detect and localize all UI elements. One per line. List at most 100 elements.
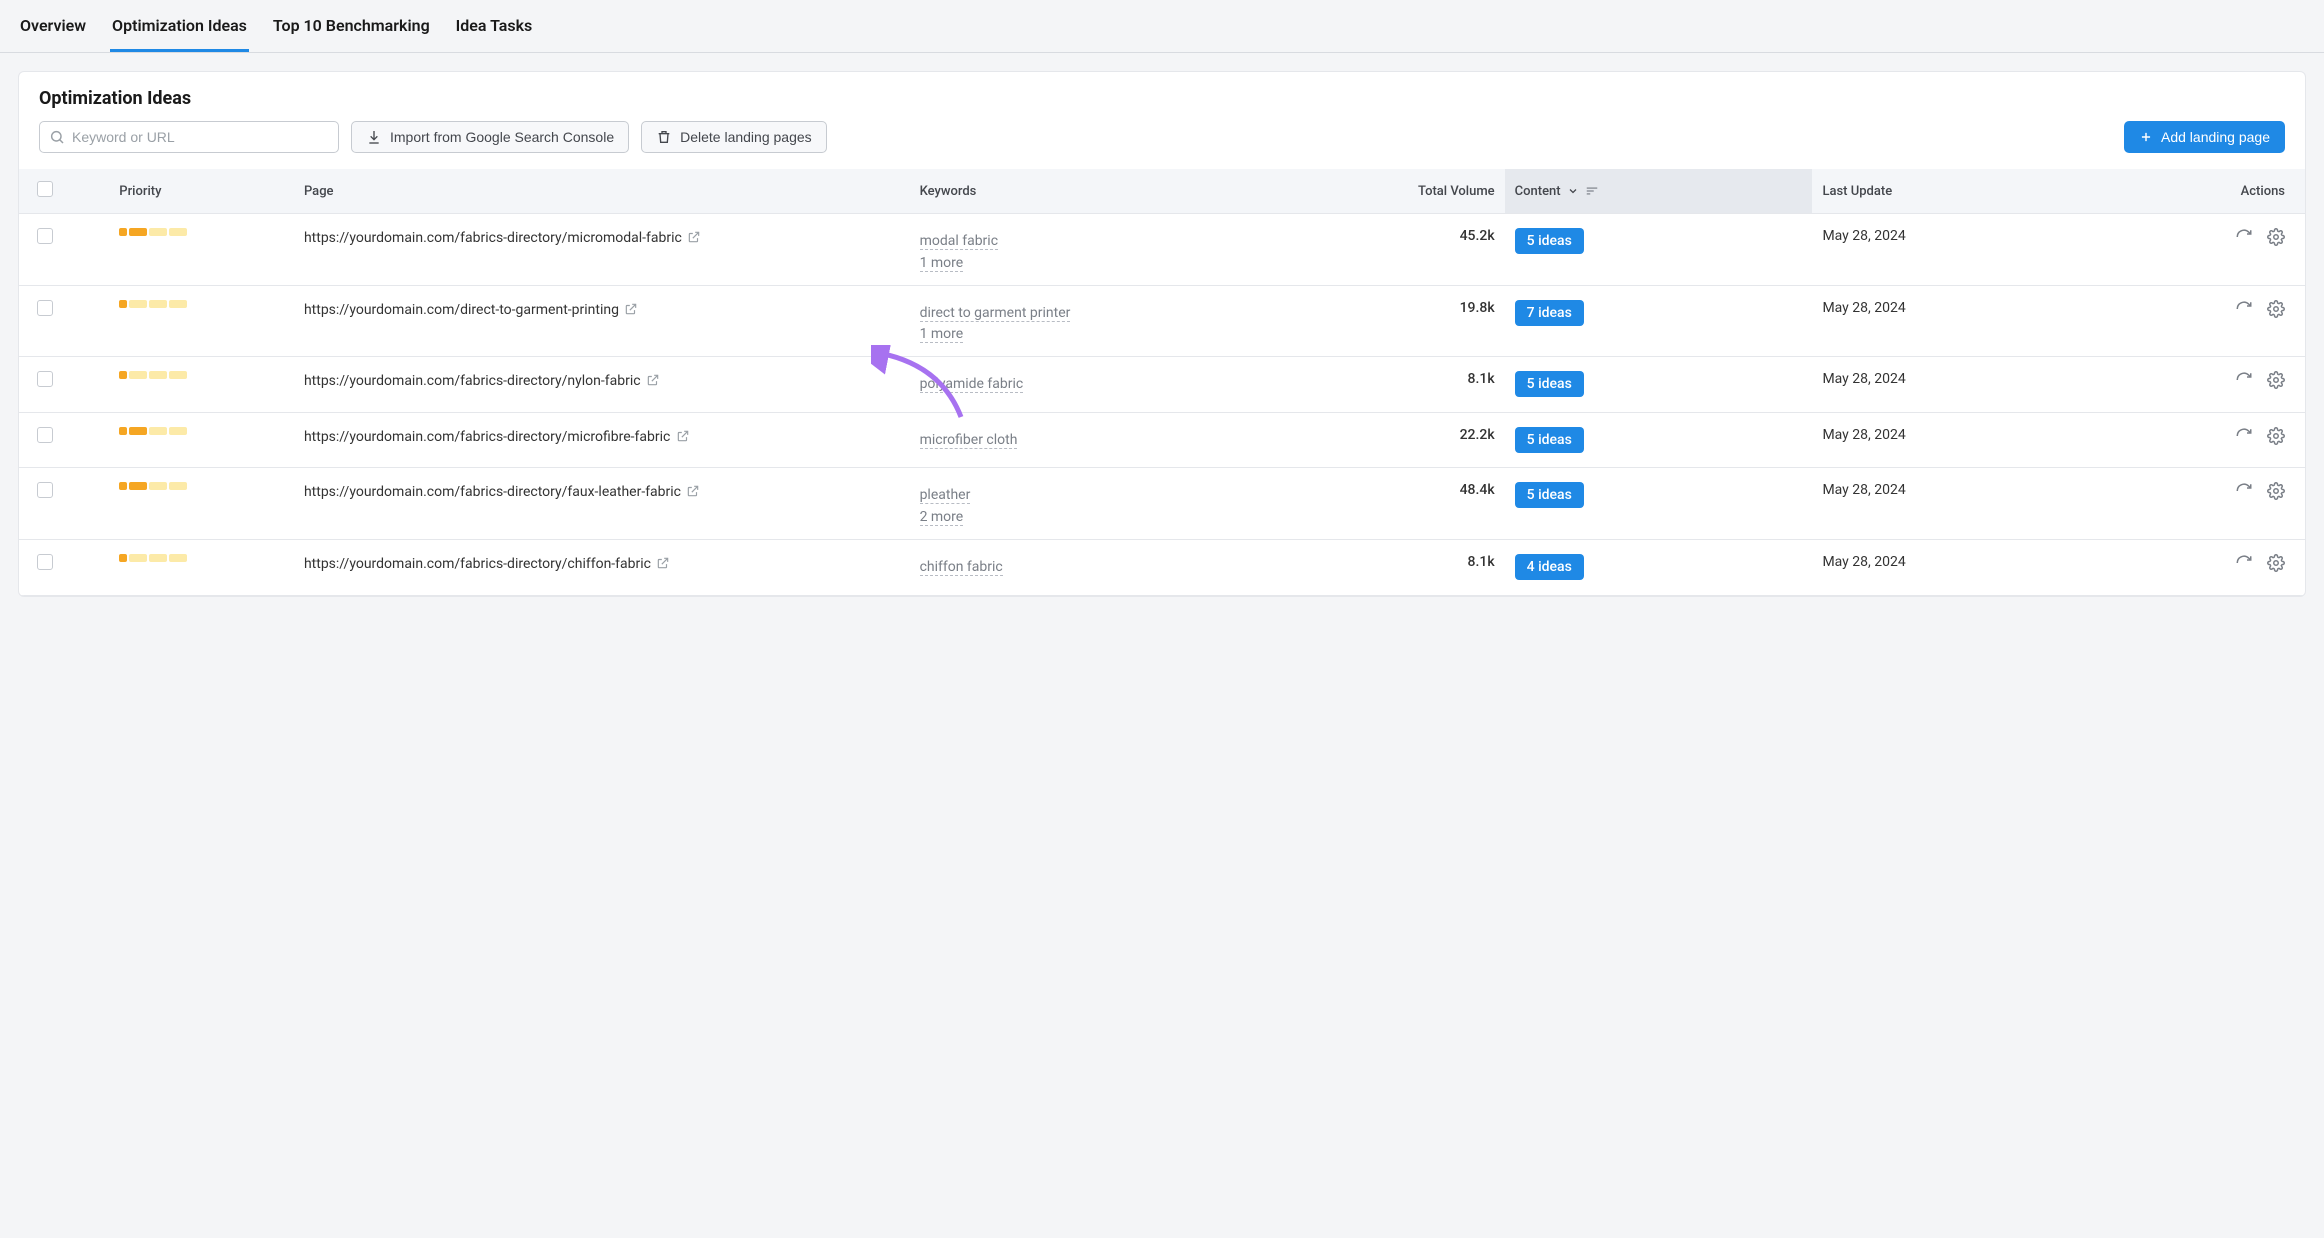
row-checkbox[interactable] (37, 482, 53, 498)
priority-bar (119, 371, 284, 379)
gear-icon[interactable] (2267, 482, 2285, 504)
select-all-checkbox[interactable] (37, 181, 53, 197)
refresh-icon[interactable] (2235, 371, 2253, 393)
total-volume: 8.1k (1468, 371, 1495, 387)
delete-button[interactable]: Delete landing pages (641, 121, 827, 153)
total-volume: 22.2k (1460, 427, 1495, 443)
add-landing-page-button[interactable]: Add landing page (2124, 121, 2285, 153)
page-url[interactable]: https://yourdomain.com/fabrics-directory… (304, 427, 900, 448)
last-update: May 28, 2024 (1822, 554, 1905, 570)
row-checkbox[interactable] (37, 554, 53, 570)
last-update: May 28, 2024 (1822, 228, 1905, 244)
page-url[interactable]: https://yourdomain.com/fabrics-directory… (304, 228, 900, 249)
table-row: https://yourdomain.com/fabrics-directory… (19, 539, 2305, 595)
refresh-icon[interactable] (2235, 300, 2253, 322)
col-actions: Actions (2120, 169, 2305, 214)
table-row: https://yourdomain.com/fabrics-directory… (19, 468, 2305, 540)
search-input[interactable] (39, 121, 339, 153)
col-page[interactable]: Page (294, 169, 910, 214)
plus-icon (2139, 130, 2153, 144)
ideas-badge[interactable]: 5 ideas (1515, 482, 1584, 508)
tab-optimization-ideas[interactable]: Optimization Ideas (110, 10, 249, 52)
external-link-icon[interactable] (656, 556, 670, 572)
import-label: Import from Google Search Console (390, 129, 614, 145)
priority-bar (119, 427, 284, 435)
table-row: https://yourdomain.com/fabrics-directory… (19, 357, 2305, 413)
gear-icon[interactable] (2267, 554, 2285, 576)
table-row: https://yourdomain.com/direct-to-garment… (19, 285, 2305, 357)
gear-icon[interactable] (2267, 228, 2285, 250)
page-url[interactable]: https://yourdomain.com/direct-to-garment… (304, 300, 900, 321)
col-update[interactable]: Last Update (1812, 169, 2120, 214)
keyword-link[interactable]: modal fabric (920, 233, 998, 250)
total-volume: 45.2k (1460, 228, 1495, 244)
ideas-badge[interactable]: 5 ideas (1515, 427, 1584, 453)
tab-idea-tasks[interactable]: Idea Tasks (454, 10, 535, 52)
keyword-link[interactable]: polyamide fabric (920, 376, 1024, 393)
priority-bar (119, 228, 284, 236)
tab-overview[interactable]: Overview (18, 10, 88, 52)
external-link-icon[interactable] (646, 373, 660, 389)
optimization-panel: Optimization Ideas Import from Google Se… (18, 71, 2306, 597)
priority-bar (119, 554, 284, 562)
tab-top-10-benchmarking[interactable]: Top 10 Benchmarking (271, 10, 432, 52)
import-icon (366, 129, 382, 145)
gear-icon[interactable] (2267, 371, 2285, 393)
last-update: May 28, 2024 (1822, 371, 1905, 387)
top-tabs: Overview Optimization Ideas Top 10 Benchma… (0, 0, 2324, 53)
row-checkbox[interactable] (37, 371, 53, 387)
sort-icon (1585, 184, 1599, 198)
table-row: https://yourdomain.com/fabrics-directory… (19, 412, 2305, 468)
last-update: May 28, 2024 (1822, 427, 1905, 443)
keyword-more[interactable]: 1 more (920, 255, 964, 272)
refresh-icon[interactable] (2235, 554, 2253, 576)
total-volume: 48.4k (1460, 482, 1495, 498)
ideas-table: Priority Page Keywords Total Volume Cont… (19, 169, 2305, 596)
row-checkbox[interactable] (37, 300, 53, 316)
ideas-badge[interactable]: 7 ideas (1515, 300, 1584, 326)
last-update: May 28, 2024 (1822, 482, 1905, 498)
external-link-icon[interactable] (624, 302, 638, 318)
import-button[interactable]: Import from Google Search Console (351, 121, 629, 153)
col-content[interactable]: Content (1505, 169, 1813, 214)
col-keywords[interactable]: Keywords (910, 169, 1259, 214)
ideas-badge[interactable]: 5 ideas (1515, 228, 1584, 254)
page-url[interactable]: https://yourdomain.com/fabrics-directory… (304, 371, 900, 392)
keyword-more[interactable]: 1 more (920, 326, 964, 343)
total-volume: 19.8k (1460, 300, 1495, 316)
search-icon (49, 129, 65, 145)
col-priority[interactable]: Priority (109, 169, 294, 214)
keyword-more[interactable]: 2 more (920, 509, 964, 526)
ideas-badge[interactable]: 4 ideas (1515, 554, 1584, 580)
total-volume: 8.1k (1468, 554, 1495, 570)
chevron-down-icon (1567, 185, 1579, 197)
last-update: May 28, 2024 (1822, 300, 1905, 316)
keyword-link[interactable]: direct to garment printer (920, 305, 1071, 322)
search-wrap (39, 121, 339, 153)
gear-icon[interactable] (2267, 427, 2285, 449)
keyword-link[interactable]: microfiber cloth (920, 432, 1018, 449)
refresh-icon[interactable] (2235, 427, 2253, 449)
gear-icon[interactable] (2267, 300, 2285, 322)
keyword-link[interactable]: chiffon fabric (920, 559, 1003, 576)
ideas-badge[interactable]: 5 ideas (1515, 371, 1584, 397)
panel-title: Optimization Ideas (19, 72, 2305, 121)
page-url[interactable]: https://yourdomain.com/fabrics-directory… (304, 482, 900, 503)
row-checkbox[interactable] (37, 427, 53, 443)
external-link-icon[interactable] (687, 230, 701, 246)
add-label: Add landing page (2161, 129, 2270, 145)
page-url[interactable]: https://yourdomain.com/fabrics-directory… (304, 554, 900, 575)
external-link-icon[interactable] (676, 429, 690, 445)
priority-bar (119, 482, 284, 490)
keyword-link[interactable]: pleather (920, 487, 971, 504)
row-checkbox[interactable] (37, 228, 53, 244)
col-volume[interactable]: Total Volume (1258, 169, 1504, 214)
refresh-icon[interactable] (2235, 482, 2253, 504)
refresh-icon[interactable] (2235, 228, 2253, 250)
trash-icon (656, 129, 672, 145)
table-row: https://yourdomain.com/fabrics-directory… (19, 214, 2305, 286)
external-link-icon[interactable] (686, 484, 700, 500)
delete-label: Delete landing pages (680, 129, 812, 145)
toolbar: Import from Google Search Console Delete… (19, 121, 2305, 169)
priority-bar (119, 300, 284, 308)
